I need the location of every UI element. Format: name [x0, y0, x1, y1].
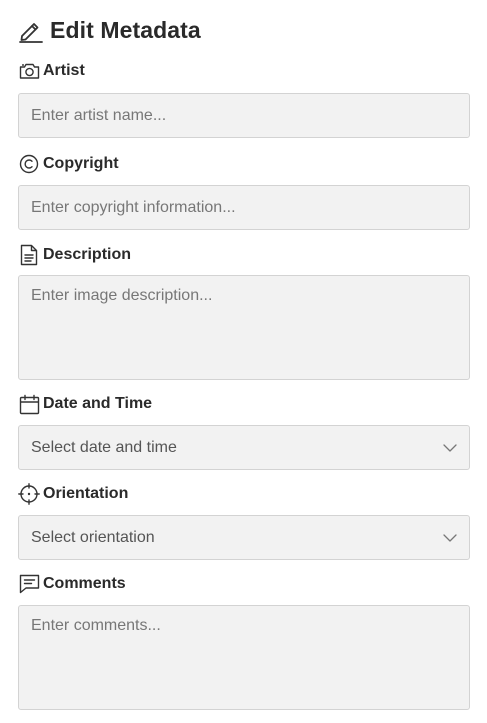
page-header: Edit Metadata [18, 14, 201, 46]
orientation-label: Orientation [43, 485, 129, 502]
chevron-down-icon [443, 443, 457, 452]
page-title: Edit Metadata [50, 16, 201, 43]
copyright-input[interactable] [18, 185, 470, 230]
description-textarea[interactable] [18, 275, 470, 380]
camera-icon [18, 60, 40, 82]
comments-label: Comments [43, 575, 126, 592]
copyright-label: Copyright [43, 155, 119, 172]
datetime-select[interactable]: Select date and time [18, 425, 470, 470]
artist-input[interactable] [18, 93, 470, 138]
chevron-down-icon [443, 533, 457, 542]
datetime-label-row: Date and Time [18, 393, 152, 415]
comment-icon [18, 573, 40, 595]
edit-pencil-icon [18, 17, 44, 43]
calendar-icon [18, 393, 40, 415]
comments-label-row: Comments [18, 573, 126, 595]
artist-label-row: Artist [18, 60, 85, 82]
orientation-label-row: Orientation [18, 483, 128, 505]
crosshair-icon [18, 483, 40, 505]
comments-textarea[interactable] [18, 605, 470, 710]
description-label: Description [43, 246, 132, 263]
orientation-select[interactable]: Select orientation [18, 515, 470, 560]
copyright-label-row: Copyright [18, 153, 119, 175]
orientation-select-value: Select orientation [31, 528, 155, 546]
document-icon [18, 244, 40, 266]
description-label-row: Description [18, 244, 131, 266]
artist-label: Artist [43, 62, 85, 79]
copyright-icon [18, 153, 40, 175]
datetime-label: Date and Time [43, 395, 153, 412]
datetime-select-value: Select date and time [31, 438, 177, 456]
